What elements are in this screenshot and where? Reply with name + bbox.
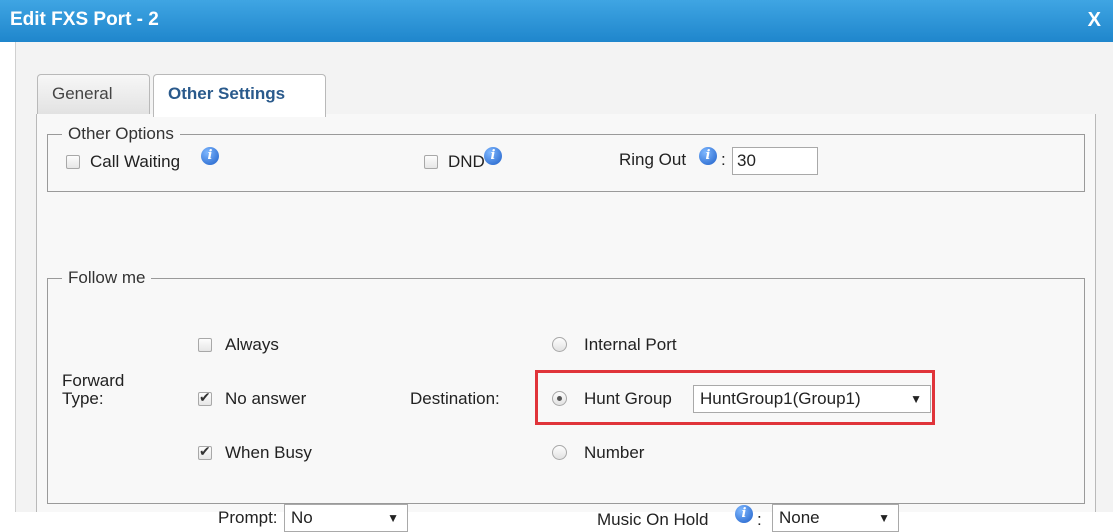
prompt-select-value: No [291,508,313,527]
call-waiting-checkbox[interactable] [66,155,80,169]
always-checkbox[interactable] [198,338,212,352]
prompt-label: Prompt: [218,508,278,527]
internal-port-label: Internal Port [584,335,677,354]
number-radio[interactable] [552,445,567,460]
number-label: Number [584,443,645,462]
call-waiting-label: Call Waiting [90,152,181,171]
music-on-hold-select-value: None [779,508,820,527]
ring-out-colon: : [721,150,726,169]
other-options-fieldset: Other Options Call Waiting i DND i Ring … [47,124,1085,192]
music-on-hold-info-icon[interactable]: i [735,505,753,523]
hunt-group-highlight [535,370,935,425]
ring-out-info-icon[interactable]: i [699,147,717,165]
dnd-info-icon[interactable]: i [484,147,502,165]
always-label: Always [225,335,279,354]
music-on-hold-select[interactable]: None ▼ [772,504,899,532]
dnd-checkbox[interactable] [424,155,438,169]
internal-port-radio[interactable] [552,337,567,352]
music-on-hold-label: Music On Hold [597,510,709,529]
chevron-down-icon: ▼ [878,511,890,525]
dialog-titlebar: Edit FXS Port - 2 X [0,0,1113,42]
dialog-body: General Other Settings Other Options Cal… [15,42,1113,532]
no-answer-label: No answer [225,389,307,408]
tab-other-settings[interactable]: Other Settings [153,74,326,117]
call-waiting-info-icon[interactable]: i [201,147,219,165]
when-busy-label: When Busy [225,443,312,462]
follow-me-legend: Follow me [62,268,152,288]
ring-out-input[interactable] [732,147,818,175]
chevron-down-icon: ▼ [387,511,399,525]
dnd-label: DND [448,152,485,171]
prompt-select[interactable]: No ▼ [284,504,408,532]
tab-panel-other-settings: Other Options Call Waiting i DND i Ring … [36,114,1096,532]
ring-out-label: Ring Out [619,150,687,169]
other-options-legend: Other Options [62,124,180,144]
tab-general[interactable]: General [37,74,150,114]
dialog-title: Edit FXS Port - 2 [10,9,159,30]
when-busy-checkbox[interactable] [198,443,212,460]
forward-type-label: Forward Type: [62,371,125,408]
no-answer-checkbox[interactable] [198,389,212,406]
music-on-hold-colon: : [757,510,762,529]
close-button[interactable]: X [1088,9,1101,32]
destination-label: Destination: [410,389,500,408]
